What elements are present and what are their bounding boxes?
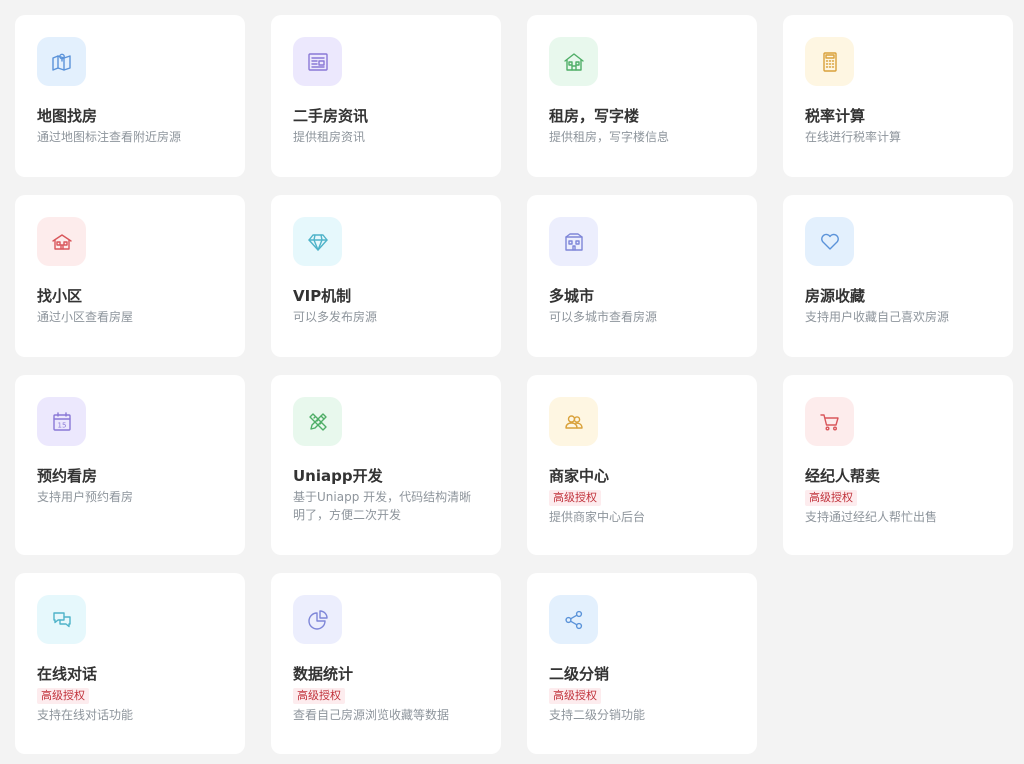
diamond-icon: [293, 217, 342, 266]
map-icon: [37, 37, 86, 86]
card-merchant-center[interactable]: 商家中心 高级授权 提供商家中心后台: [527, 375, 757, 555]
card-favorites[interactable]: 房源收藏 支持用户收藏自己喜欢房源: [783, 195, 1013, 357]
svg-text:15: 15: [57, 421, 66, 429]
house-icon: [549, 37, 598, 86]
card-description: 支持在线对话功能: [37, 708, 134, 722]
pie-chart-icon: [293, 595, 342, 644]
newspaper-icon: [293, 37, 342, 86]
premium-badge: 高级授权: [293, 688, 345, 704]
card-map-search[interactable]: 地图找房 通过地图标注查看附近房源: [15, 15, 245, 177]
card-title: 租房，写字楼: [549, 107, 640, 125]
card-title: 商家中心: [549, 467, 610, 485]
card-title: 预约看房: [37, 467, 98, 485]
card-title: 二手房资讯: [293, 107, 369, 125]
card-description: 提供租房，写字楼信息: [549, 130, 670, 144]
card-title: 二级分销: [549, 665, 610, 683]
card-multi-city[interactable]: 多城市 可以多城市查看房源: [527, 195, 757, 357]
card-rental-office[interactable]: 租房，写字楼 提供租房，写字楼信息: [527, 15, 757, 177]
premium-badge: 高级授权: [37, 688, 89, 704]
card-description: 支持用户收藏自己喜欢房源: [805, 310, 950, 324]
premium-badge: 高级授权: [549, 490, 601, 506]
card-title: VIP机制: [293, 287, 352, 305]
residence-icon: [37, 217, 86, 266]
card-online-chat[interactable]: 在线对话 高级授权 支持在线对话功能: [15, 573, 245, 754]
cart-icon: [805, 397, 854, 446]
card-uniapp[interactable]: Uniapp开发 基于Uniapp 开发，代码结构清晰明了，方便二次开发: [271, 375, 501, 555]
card-vip[interactable]: VIP机制 可以多发布房源: [271, 195, 501, 357]
card-title: 多城市: [549, 287, 595, 305]
card-description: 支持用户预约看房: [37, 490, 134, 504]
card-find-community[interactable]: 找小区 通过小区查看房屋: [15, 195, 245, 357]
pencil-ruler-icon: [293, 397, 342, 446]
card-description: 提供租房资讯: [293, 130, 366, 144]
card-description: 可以多城市查看房源: [549, 310, 658, 324]
card-title: 地图找房: [37, 107, 98, 125]
card-book-viewing[interactable]: 15 预约看房 支持用户预约看房: [15, 375, 245, 555]
card-title: 找小区: [37, 287, 83, 305]
card-second-hand-news[interactable]: 二手房资讯 提供租房资讯: [271, 15, 501, 177]
calculator-icon: [805, 37, 854, 86]
card-description: 查看自己房源浏览收藏等数据: [293, 708, 450, 722]
card-description: 支持二级分销功能: [549, 708, 646, 722]
card-description: 在线进行税率计算: [805, 130, 902, 144]
card-agent-sell[interactable]: 经纪人帮卖 高级授权 支持通过经纪人帮忙出售: [783, 375, 1013, 555]
users-icon: [549, 397, 598, 446]
card-description: 支持通过经纪人帮忙出售: [805, 510, 938, 524]
city-icon: [549, 217, 598, 266]
card-description: 通过小区查看房屋: [37, 310, 134, 324]
card-title: 经纪人帮卖: [805, 467, 881, 485]
card-title: 房源收藏: [805, 287, 866, 305]
card-tax-calculator[interactable]: 税率计算 在线进行税率计算: [783, 15, 1013, 177]
heart-icon: [805, 217, 854, 266]
card-two-level-distribution[interactable]: 二级分销 高级授权 支持二级分销功能: [527, 573, 757, 754]
card-title: 数据统计: [293, 665, 354, 683]
card-data-statistics[interactable]: 数据统计 高级授权 查看自己房源浏览收藏等数据: [271, 573, 501, 754]
card-description: 通过地图标注查看附近房源: [37, 130, 182, 144]
card-description: 基于Uniapp 开发，代码结构清晰明了，方便二次开发: [293, 490, 472, 522]
card-description: 可以多发布房源: [293, 310, 378, 324]
chat-icon: [37, 595, 86, 644]
card-description: 提供商家中心后台: [549, 510, 646, 524]
premium-badge: 高级授权: [549, 688, 601, 704]
card-title: 税率计算: [805, 107, 866, 125]
card-title: Uniapp开发: [293, 467, 383, 485]
calendar-icon: 15: [37, 397, 86, 446]
card-title: 在线对话: [37, 665, 98, 683]
share-icon: [549, 595, 598, 644]
feature-grid: 地图找房 通过地图标注查看附近房源 二手房资讯 提供租房资讯 租房，写字楼 提供…: [0, 0, 1024, 764]
premium-badge: 高级授权: [805, 490, 857, 506]
